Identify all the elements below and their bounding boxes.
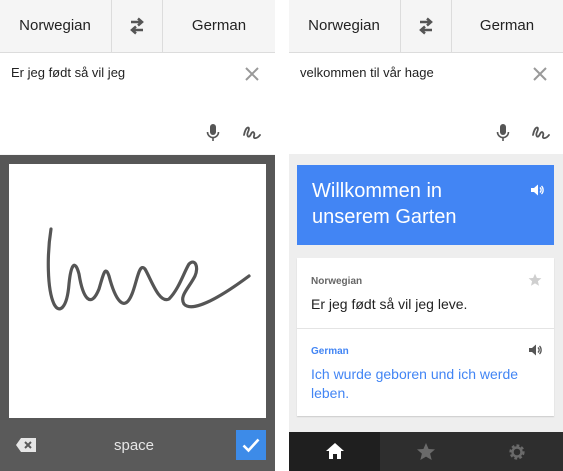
home-icon	[326, 443, 344, 459]
source-language-button[interactable]: Norwegian	[0, 0, 110, 52]
swap-icon	[130, 17, 144, 35]
check-icon	[242, 438, 260, 453]
backspace-icon[interactable]	[15, 437, 37, 453]
speaker-icon[interactable]	[528, 343, 542, 357]
history-target-text: Ich wurde geboren und ich werde leben.	[311, 366, 519, 401]
nav-favorites-button[interactable]	[380, 432, 471, 471]
handwriting-keyboard-bar: space	[0, 420, 275, 471]
input-area[interactable]: Er jeg født så vil jeg	[0, 53, 275, 154]
language-bar: Norwegian German	[0, 0, 275, 53]
translation-result-text: Willkommen in unserem Garten	[312, 180, 457, 228]
input-area[interactable]: velkommen til vår hage	[289, 53, 563, 154]
target-language-button[interactable]: German	[451, 0, 563, 52]
left-screen: Norwegian German Er jeg født så vil jeg	[0, 0, 275, 471]
handwriting-icon[interactable]	[242, 123, 262, 143]
history-source-label: Norwegian	[311, 276, 363, 287]
star-icon[interactable]	[528, 273, 542, 287]
space-key[interactable]: space	[93, 420, 175, 471]
gear-icon	[509, 444, 525, 460]
input-text[interactable]: velkommen til vår hage	[300, 65, 434, 80]
mic-icon[interactable]	[495, 123, 511, 143]
star-icon	[417, 443, 435, 460]
clear-icon[interactable]	[533, 67, 547, 81]
language-bar: Norwegian German	[289, 0, 563, 53]
bottom-navigation	[289, 432, 563, 471]
history-source-section: Norwegian Er jeg født så vil jeg leve.	[297, 258, 554, 329]
translation-result-card[interactable]: Willkommen in unserem Garten	[297, 165, 554, 245]
history-card[interactable]: Norwegian Er jeg født så vil jeg leve. G…	[297, 258, 554, 416]
handwriting-frame	[0, 155, 275, 420]
done-button[interactable]	[236, 430, 266, 460]
clear-icon[interactable]	[245, 67, 259, 81]
history-target-label: German	[311, 346, 349, 357]
nav-settings-button[interactable]	[471, 432, 562, 471]
source-language-button[interactable]: Norwegian	[289, 0, 399, 52]
handwriting-stroke	[46, 227, 251, 311]
target-language-button[interactable]: German	[163, 0, 275, 52]
input-text[interactable]: Er jeg født så vil jeg	[11, 65, 125, 80]
speaker-icon[interactable]	[530, 183, 544, 197]
nav-home-button[interactable]	[289, 432, 380, 471]
handwriting-icon[interactable]	[531, 123, 551, 143]
right-screen: Norwegian German velkommen til vår hage …	[289, 0, 563, 471]
swap-icon	[419, 17, 433, 35]
swap-languages-button[interactable]	[400, 0, 452, 52]
history-source-text: Er jeg født så vil jeg leve.	[311, 296, 468, 312]
handwriting-canvas[interactable]	[9, 164, 266, 418]
swap-languages-button[interactable]	[111, 0, 163, 52]
mic-icon[interactable]	[205, 123, 221, 143]
